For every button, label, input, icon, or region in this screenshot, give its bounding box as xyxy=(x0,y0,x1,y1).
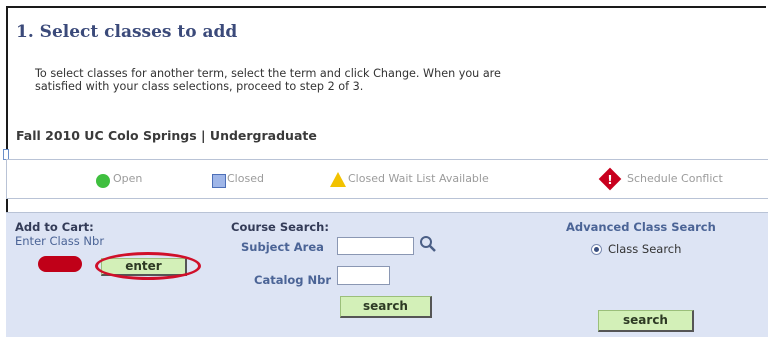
add-to-cart-title: Add to Cart: xyxy=(15,220,94,234)
highlight-circle xyxy=(95,252,201,280)
instructions-line-1: To select classes for another term, sele… xyxy=(35,67,501,80)
class-search-radio[interactable] xyxy=(591,244,602,255)
instructions-text: To select classes for another term, sele… xyxy=(35,67,735,93)
legend-closed-label: Closed xyxy=(227,172,264,185)
course-search-button[interactable]: search xyxy=(340,296,432,318)
advanced-class-search-link[interactable]: Advanced Class Search xyxy=(566,220,716,234)
legend-open-label: Open xyxy=(113,172,143,185)
open-status-icon xyxy=(96,174,110,188)
instructions-line-2: satisfied with your class selections, pr… xyxy=(35,80,364,93)
wait-list-warning-icon xyxy=(330,172,346,187)
subject-area-label: Subject Area xyxy=(241,240,324,254)
course-search-title: Course Search: xyxy=(231,220,329,234)
catalog-nbr-label: Catalog Nbr xyxy=(254,273,332,287)
legend-wait-list-label: Closed Wait List Available xyxy=(348,172,489,185)
class-nbr-input-redacted[interactable] xyxy=(38,256,82,272)
catalog-nbr-input[interactable] xyxy=(337,266,390,285)
conflict-exclamation-icon: ! xyxy=(607,173,613,187)
term-label: Fall 2010 UC Colo Springs | Undergraduat… xyxy=(16,128,317,143)
page-title: 1. Select classes to add xyxy=(16,22,238,42)
subject-area-input[interactable] xyxy=(337,237,414,255)
advanced-search-button[interactable]: search xyxy=(598,310,694,332)
closed-status-icon xyxy=(212,174,226,188)
class-search-radio-label: Class Search xyxy=(608,242,682,256)
enter-class-nbr-label: Enter Class Nbr xyxy=(15,234,105,248)
search-lookup-icon[interactable] xyxy=(418,234,438,258)
legend-conflict-label: Schedule Conflict xyxy=(627,172,723,185)
